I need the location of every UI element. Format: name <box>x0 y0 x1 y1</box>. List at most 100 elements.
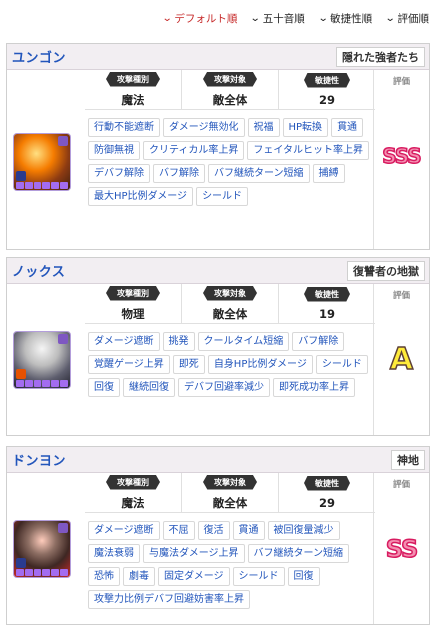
stat-target: 攻撃対象 敵全体 <box>182 284 279 323</box>
skill-tag[interactable]: 劇毒 <box>123 567 155 586</box>
star-rank <box>16 569 68 576</box>
skill-tag[interactable]: 挑発 <box>162 332 195 351</box>
skill-tag[interactable]: 即死 <box>172 355 205 374</box>
skill-tag[interactable]: 攻撃力比例デバフ回避妨害率上昇 <box>88 590 250 609</box>
sort-kana[interactable]: ⌄ 五十音順 <box>250 11 305 26</box>
skill-tag[interactable]: 恐怖 <box>88 567 120 586</box>
rating-column: 評価 A <box>373 284 429 435</box>
character-card[interactable]: ユンゴン 隠れた強者たち 攻撃種別 魔法 攻撃対象 敵全体 敏捷性 29 行動不能遮断… <box>6 43 430 250</box>
skill-tag[interactable]: シールド <box>315 355 368 374</box>
rating-column: 評価 SSS <box>373 70 429 249</box>
chevron-down-icon: ⌄ <box>161 12 173 24</box>
stat-type: 攻撃種別 魔法 <box>85 70 182 109</box>
skill-tag[interactable]: ダメージ無効化 <box>163 118 245 137</box>
skill-tag[interactable]: バフ継続ターン短縮 <box>208 164 310 183</box>
rating-value: SSS <box>382 143 423 169</box>
rating-column: 評価 SS <box>373 473 429 624</box>
skill-tag[interactable]: 与魔法ダメージ上昇 <box>143 544 245 563</box>
rating-value: SS <box>385 534 419 564</box>
character-portrait[interactable] <box>13 133 71 191</box>
character-portrait[interactable] <box>13 331 71 389</box>
skill-tag[interactable]: クールタイム短縮 <box>197 332 290 351</box>
skill-tag[interactable]: 魔法衰弱 <box>88 544 140 563</box>
rating-value: A <box>389 341 414 378</box>
skill-tag[interactable]: デバフ回避率減少 <box>178 378 270 397</box>
grade-icon <box>58 136 68 146</box>
skill-tag[interactable]: バフ継続ターン短縮 <box>247 544 349 563</box>
grade-icon <box>58 523 68 533</box>
skill-tag[interactable]: デバフ解除 <box>88 164 150 183</box>
skill-tag[interactable]: クリティカル率上昇 <box>143 141 245 160</box>
skill-tags: ダメージ遮断 挑発 クールタイム短縮 バフ解除 覚醒ゲージ上昇 即死 自身HP比… <box>85 332 375 397</box>
character-portrait[interactable] <box>13 520 71 578</box>
stats-row: 攻撃種別 物理 攻撃対象 敵全体 敏捷性 19 <box>85 284 375 324</box>
skill-tag[interactable]: フェイタルヒット率上昇 <box>247 141 370 160</box>
card-body: 攻撃種別 魔法 攻撃対象 敵全体 敏捷性 29 行動不能遮断 ダメージ無効化 祝福 H… <box>7 70 429 249</box>
skill-tags: ダメージ遮断 不屈 復活 貫通 被回復量減少 魔法衰弱 与魔法ダメージ上昇 バフ… <box>85 521 375 609</box>
skill-tag[interactable]: 防御無視 <box>88 141 140 160</box>
chevron-down-icon: ⌄ <box>317 12 329 24</box>
rating-label: 評価 <box>392 480 410 490</box>
stat-agility: 敏捷性 19 <box>279 284 375 323</box>
element-icon <box>16 369 26 379</box>
card-body: 攻撃種別 物理 攻撃対象 敵全体 敏捷性 19 ダメージ遮断 挑発 クールタイム短縮 … <box>7 284 429 435</box>
character-title-badge: 復讐者の地獄 <box>347 260 425 281</box>
card-header: ノックス 復讐者の地獄 <box>7 258 429 284</box>
skill-tag[interactable]: ダメージ遮断 <box>88 521 160 540</box>
rating-label: 評価 <box>392 77 410 87</box>
stats-row: 攻撃種別 魔法 攻撃対象 敵全体 敏捷性 29 <box>85 70 375 110</box>
skill-tag[interactable]: 貫通 <box>232 521 265 540</box>
skill-tag[interactable]: 自身HP比例ダメージ <box>207 355 313 374</box>
card-body: 攻撃種別 魔法 攻撃対象 敵全体 敏捷性 29 ダメージ遮断 不屈 復活 貫通 被回復… <box>7 473 429 624</box>
stat-type: 攻撃種別 物理 <box>85 284 182 323</box>
character-title-badge: 隠れた強者たち <box>336 46 425 67</box>
sort-agility[interactable]: ⌄ 敏捷性順 <box>317 11 372 26</box>
stat-type: 攻撃種別 魔法 <box>85 473 182 512</box>
skill-tag[interactable]: 覚醒ゲージ上昇 <box>88 355 170 374</box>
skill-tag[interactable]: 復活 <box>197 521 230 540</box>
skill-tag[interactable]: 回復 <box>88 378 120 397</box>
stats-row: 攻撃種別 魔法 攻撃対象 敵全体 敏捷性 29 <box>85 473 375 513</box>
stat-agility: 敏捷性 29 <box>279 70 375 109</box>
stat-target: 攻撃対象 敵全体 <box>182 473 279 512</box>
skill-tag[interactable]: 捕縛 <box>312 164 345 183</box>
sort-bar: ⌄ デフォルト順 ⌄ 五十音順 ⌄ 敏捷性順 ⌄ 評価順 <box>0 0 437 36</box>
card-header: ドンヨン 神地 <box>7 447 429 473</box>
skill-tag[interactable]: 行動不能遮断 <box>88 118 160 137</box>
stat-target: 攻撃対象 敵全体 <box>182 70 279 109</box>
chevron-down-icon: ⌄ <box>384 12 396 24</box>
chevron-down-icon: ⌄ <box>250 12 261 24</box>
character-card[interactable]: ドンヨン 神地 攻撃種別 魔法 攻撃対象 敵全体 敏捷性 29 ダメージ遮断 不屈 復… <box>6 446 430 625</box>
character-name[interactable]: ユンゴン <box>12 47 66 66</box>
skill-tag[interactable]: バフ解除 <box>153 164 205 183</box>
skill-tag[interactable]: 固定ダメージ <box>158 567 230 586</box>
character-name[interactable]: ドンヨン <box>12 450 66 469</box>
element-icon <box>16 171 26 181</box>
character-title-badge: 神地 <box>391 449 425 470</box>
skill-tag[interactable]: 即死成功率上昇 <box>273 378 355 397</box>
rating-label: 評価 <box>392 291 410 301</box>
skill-tag[interactable]: 回復 <box>287 567 320 586</box>
skill-tag[interactable]: ダメージ遮断 <box>88 332 160 351</box>
star-rank <box>16 380 68 387</box>
skill-tag[interactable]: 祝福 <box>247 118 280 137</box>
grade-icon <box>58 334 68 344</box>
skill-tag[interactable]: シールド <box>232 567 285 586</box>
sort-rating[interactable]: ⌄ 評価順 <box>384 11 429 26</box>
skill-tags: 行動不能遮断 ダメージ無効化 祝福 HP転換 貫通 防御無視 クリティカル率上昇… <box>85 118 375 206</box>
skill-tag[interactable]: バフ解除 <box>292 332 345 351</box>
stat-agility: 敏捷性 29 <box>279 473 375 512</box>
skill-tag[interactable]: 貫通 <box>331 118 364 137</box>
skill-tag[interactable]: HP転換 <box>282 118 329 137</box>
star-rank <box>16 182 68 189</box>
card-header: ユンゴン 隠れた強者たち <box>7 44 429 70</box>
character-name[interactable]: ノックス <box>12 261 65 280</box>
skill-tag[interactable]: 被回復量減少 <box>267 521 340 540</box>
character-card[interactable]: ノックス 復讐者の地獄 攻撃種別 物理 攻撃対象 敵全体 敏捷性 19 ダメージ遮断 … <box>6 257 430 436</box>
skill-tag[interactable]: 不屈 <box>162 521 195 540</box>
skill-tag[interactable]: 継続回復 <box>123 378 175 397</box>
sort-default[interactable]: ⌄ デフォルト順 <box>161 11 238 26</box>
skill-tag[interactable]: シールド <box>196 187 249 206</box>
skill-tag[interactable]: 最大HP比例ダメージ <box>88 187 194 206</box>
element-icon <box>16 558 26 568</box>
